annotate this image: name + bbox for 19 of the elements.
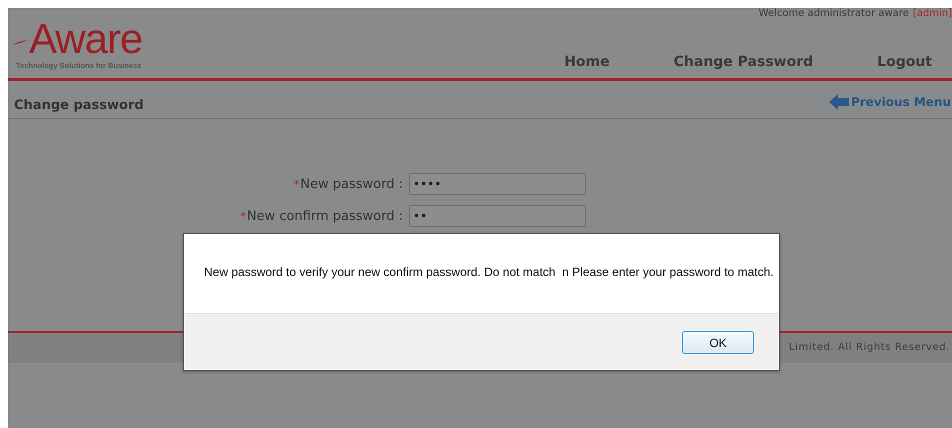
welcome-text: Welcome administrator aware [758,8,909,19]
nav-link[interactable]: Logout [877,54,932,70]
required-marker: * [240,210,246,222]
required-marker: * [294,178,300,190]
alert-message: New password to verify your new confirm password. Do not match n Please enter your password to match. [203,264,775,281]
user-link[interactable]: [admin] [912,8,952,19]
password-field[interactable]: •••• [409,173,586,195]
password-field[interactable]: •• [409,205,586,227]
field-label: New password : [300,176,403,192]
nav-link[interactable]: Change Password [674,54,814,70]
left-arrow-icon [828,94,849,110]
page-title: Change password [14,98,144,113]
previous-menu-link[interactable]: Previous Menu [828,94,951,110]
nav-link[interactable]: Home [564,54,610,70]
field-label: New confirm password : [246,208,403,224]
ok-button[interactable]: OK [682,331,754,354]
swoosh-icon [12,40,28,46]
copyright-text: Limited. All Rights Reserved. [788,342,950,353]
logo-text: Aware [29,18,142,60]
